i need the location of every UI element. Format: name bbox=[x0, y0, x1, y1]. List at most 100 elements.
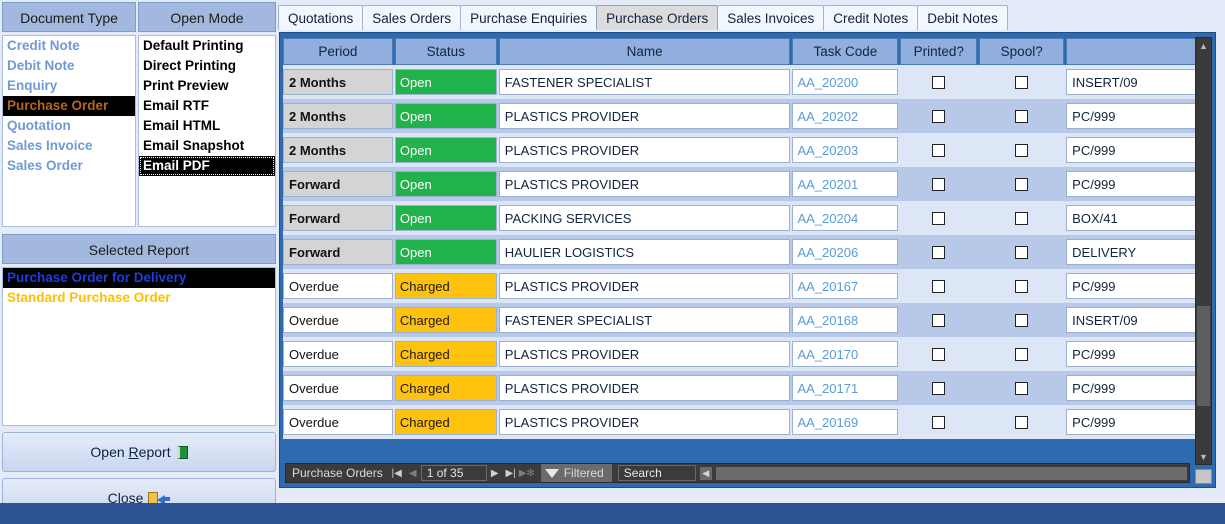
cell-name[interactable]: PLASTICS PROVIDER bbox=[498, 409, 791, 435]
cell-reference[interactable]: PC/999 bbox=[1066, 273, 1206, 299]
cell-name[interactable]: PLASTICS PROVIDER bbox=[498, 171, 791, 197]
column-header-name[interactable]: Name bbox=[498, 38, 791, 65]
column-header-task-code[interactable]: Task Code bbox=[792, 38, 899, 65]
cell-name[interactable]: PACKING SERVICES bbox=[498, 205, 791, 231]
cell-period[interactable]: Overdue bbox=[283, 273, 393, 299]
cell-reference[interactable]: INSERT/09 bbox=[1066, 307, 1206, 333]
cell-period[interactable]: 2 Months bbox=[283, 103, 393, 129]
cell-status[interactable]: Open bbox=[394, 205, 497, 231]
cell-status[interactable]: Charged bbox=[394, 375, 497, 401]
cell-period[interactable]: Forward bbox=[283, 239, 393, 265]
cell-reference[interactable]: PC/999 bbox=[1066, 341, 1206, 367]
checkbox-spool[interactable] bbox=[1015, 279, 1029, 293]
cell-name[interactable]: PLASTICS PROVIDER bbox=[498, 273, 791, 299]
tab-sales-orders[interactable]: Sales Orders bbox=[362, 5, 462, 30]
cell-period[interactable]: 2 Months bbox=[283, 69, 393, 95]
document-type-listbox[interactable]: Credit Note Debit Note Enquiry Purchase Ord… bbox=[2, 35, 136, 227]
checkbox-spool[interactable] bbox=[1015, 313, 1029, 327]
first-record-icon[interactable]: |◀ bbox=[389, 468, 405, 479]
cell-task-code[interactable]: AA_20169 bbox=[792, 409, 899, 435]
open-mode-item-6[interactable]: Email PDF bbox=[139, 156, 275, 176]
cell-task-code[interactable]: AA_20201 bbox=[792, 171, 899, 197]
cell-status[interactable]: Open bbox=[394, 103, 497, 129]
tab-debit-notes[interactable]: Debit Notes bbox=[917, 5, 1008, 30]
cell-name[interactable]: HAULIER LOGISTICS bbox=[498, 239, 791, 265]
document-type-item-3[interactable]: Purchase Order bbox=[3, 96, 135, 116]
checkbox-spool[interactable] bbox=[1015, 347, 1029, 361]
document-type-item-0[interactable]: Credit Note bbox=[3, 36, 135, 56]
cell-task-code[interactable]: AA_20203 bbox=[792, 137, 899, 163]
cell-reference[interactable]: PC/999 bbox=[1066, 375, 1206, 401]
horizontal-scrollbar[interactable] bbox=[715, 466, 1187, 480]
cell-reference[interactable]: PC/999 bbox=[1066, 409, 1206, 435]
new-record-icon[interactable]: ▶✻ bbox=[519, 468, 535, 479]
open-mode-item-3[interactable]: Email RTF bbox=[139, 96, 275, 116]
cell-period[interactable]: Overdue bbox=[283, 307, 393, 333]
cell-name[interactable]: PLASTICS PROVIDER bbox=[498, 103, 791, 129]
checkbox-spool[interactable] bbox=[1015, 75, 1029, 89]
record-position-field[interactable]: 1 of 35 bbox=[420, 465, 487, 481]
checkbox-spool[interactable] bbox=[1015, 415, 1029, 429]
document-type-item-2[interactable]: Enquiry bbox=[3, 76, 135, 96]
cell-name[interactable]: PLASTICS PROVIDER bbox=[498, 137, 791, 163]
open-report-button[interactable]: Open Report bbox=[2, 432, 276, 472]
vertical-scrollbar[interactable]: ▲ ▼ bbox=[1195, 37, 1212, 465]
checkbox-printed[interactable] bbox=[932, 245, 946, 259]
table-row[interactable]: 2 Months Open PLASTICS PROVIDER AA_20202 PC/… bbox=[283, 99, 1208, 133]
document-type-item-1[interactable]: Debit Note bbox=[3, 56, 135, 76]
filter-toggle[interactable]: Filtered bbox=[540, 464, 612, 482]
selected-report-item-1[interactable]: Standard Purchase Order bbox=[3, 288, 275, 308]
cell-reference[interactable]: DELIVERY bbox=[1066, 239, 1206, 265]
selected-report-listbox[interactable]: Purchase Order for Delivery Standard Purc… bbox=[2, 267, 276, 426]
open-mode-item-2[interactable]: Print Preview bbox=[139, 76, 275, 96]
previous-record-icon[interactable]: ◀ bbox=[405, 468, 421, 479]
tab-purchase-orders[interactable]: Purchase Orders bbox=[596, 5, 719, 30]
cell-period[interactable]: 2 Months bbox=[283, 137, 393, 163]
table-row[interactable]: Forward Open PACKING SERVICES AA_20204 BOX/4… bbox=[283, 201, 1208, 235]
cell-period[interactable]: Forward bbox=[283, 205, 393, 231]
checkbox-printed[interactable] bbox=[932, 347, 946, 361]
scroll-down-icon[interactable]: ▼ bbox=[1196, 449, 1211, 464]
column-header-spool[interactable]: Spool? bbox=[979, 38, 1065, 65]
selected-report-item-0[interactable]: Purchase Order for Delivery bbox=[3, 268, 275, 288]
tab-sales-invoices[interactable]: Sales Invoices bbox=[717, 5, 825, 30]
cell-status[interactable]: Open bbox=[394, 239, 497, 265]
cell-period[interactable]: Overdue bbox=[283, 375, 393, 401]
table-row[interactable]: Overdue Charged PLASTICS PROVIDER AA_20171 P… bbox=[283, 371, 1208, 405]
document-type-item-5[interactable]: Sales Invoice bbox=[3, 136, 135, 156]
checkbox-printed[interactable] bbox=[932, 381, 946, 395]
checkbox-spool[interactable] bbox=[1015, 381, 1029, 395]
cell-status[interactable]: Charged bbox=[394, 341, 497, 367]
cell-task-code[interactable]: AA_20204 bbox=[792, 205, 899, 231]
checkbox-printed[interactable] bbox=[932, 109, 946, 123]
checkbox-spool[interactable] bbox=[1015, 245, 1029, 259]
cell-status[interactable]: Charged bbox=[394, 273, 497, 299]
table-row[interactable]: 2 Months Open PLASTICS PROVIDER AA_20203 PC/… bbox=[283, 133, 1208, 167]
cell-reference[interactable]: INSERT/09 bbox=[1066, 69, 1206, 95]
checkbox-printed[interactable] bbox=[932, 75, 946, 89]
cell-name[interactable]: FASTENER SPECIALIST bbox=[498, 307, 791, 333]
cell-reference[interactable]: BOX/41 bbox=[1066, 205, 1206, 231]
cell-name[interactable]: FASTENER SPECIALIST bbox=[498, 69, 791, 95]
column-header-printed[interactable]: Printed? bbox=[900, 38, 978, 65]
checkbox-printed[interactable] bbox=[932, 415, 946, 429]
cell-status[interactable]: Charged bbox=[394, 409, 497, 435]
open-mode-item-0[interactable]: Default Printing bbox=[139, 36, 275, 56]
open-mode-listbox[interactable]: Default Printing Direct Printing Print Pre… bbox=[138, 35, 276, 227]
search-input[interactable]: Search bbox=[617, 465, 696, 481]
table-row[interactable]: Overdue Charged PLASTICS PROVIDER AA_20170 P… bbox=[283, 337, 1208, 371]
open-mode-item-1[interactable]: Direct Printing bbox=[139, 56, 275, 76]
cell-task-code[interactable]: AA_20206 bbox=[792, 239, 899, 265]
cell-status[interactable]: Charged bbox=[394, 307, 497, 333]
cell-period[interactable]: Overdue bbox=[283, 341, 393, 367]
cell-task-code[interactable]: AA_20167 bbox=[792, 273, 899, 299]
cell-task-code[interactable]: AA_20171 bbox=[792, 375, 899, 401]
column-header-blank[interactable] bbox=[1066, 38, 1206, 65]
table-row[interactable]: Overdue Charged PLASTICS PROVIDER AA_20169 P… bbox=[283, 405, 1208, 439]
cell-status[interactable]: Open bbox=[394, 137, 497, 163]
table-row[interactable]: Overdue Charged FASTENER SPECIALIST AA_2016… bbox=[283, 303, 1208, 337]
cell-task-code[interactable]: AA_20200 bbox=[792, 69, 899, 95]
cell-reference[interactable]: PC/999 bbox=[1066, 171, 1206, 197]
hscroll-left-icon[interactable]: ◀ bbox=[699, 466, 712, 480]
cell-task-code[interactable]: AA_20170 bbox=[792, 341, 899, 367]
